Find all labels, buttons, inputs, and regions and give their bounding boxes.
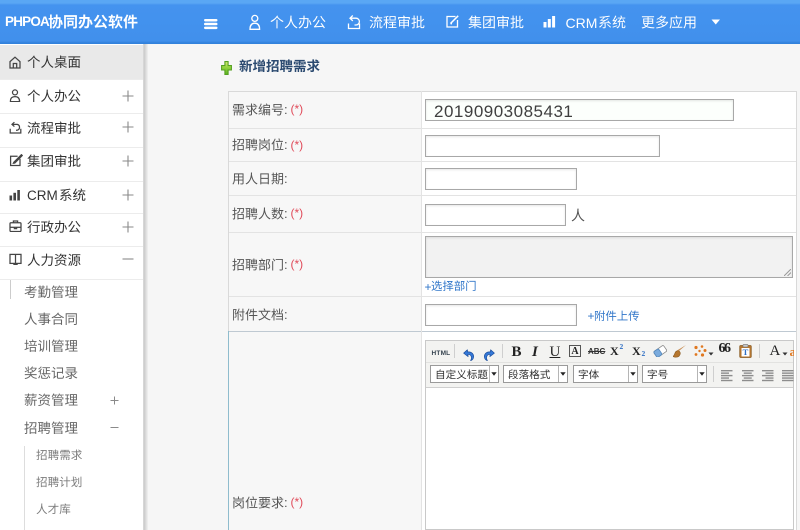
svg-text:T: T	[743, 347, 749, 357]
